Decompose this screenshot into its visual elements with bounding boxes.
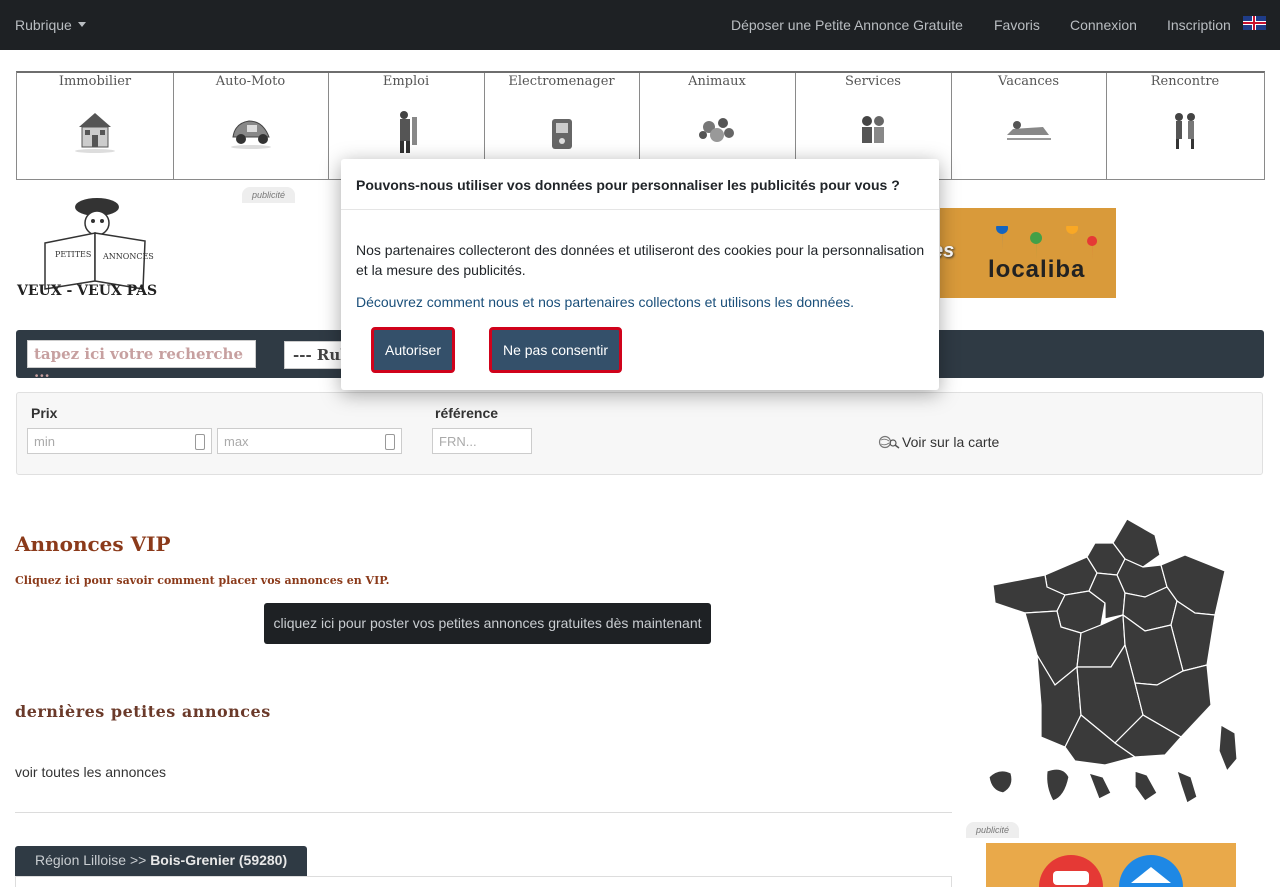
svg-text:ANNONCES: ANNONCES [102, 252, 154, 261]
site-logo[interactable]: PETITES ANNONCES VEUX - VEUX PAS [15, 193, 175, 299]
category-label: Vacances [998, 74, 1059, 89]
favorites-link[interactable]: Favoris [994, 17, 1040, 33]
ad-tag-right: publicité [966, 822, 1020, 838]
rubrique-label: Rubrique [15, 17, 72, 33]
region-panel [15, 876, 952, 887]
price-max-input[interactable]: max [217, 428, 402, 454]
region-place: Bois-Grenier (59280) [150, 852, 288, 868]
top-navbar: Rubrique Déposer une Petite Annonce Grat… [0, 0, 1280, 50]
ad-icons [1039, 855, 1183, 887]
modal-learn-more-link[interactable]: Découvrez comment nous et nos partenaire… [356, 294, 854, 310]
category-immobilier[interactable]: Immobilier [17, 73, 174, 179]
latest-ads-title: dernières petites annonces [15, 702, 271, 721]
uk-flag-icon[interactable] [1243, 16, 1266, 30]
modal-text: Nos partenaires collecteront des données… [356, 242, 925, 278]
price-min-placeholder: min [34, 434, 55, 449]
logo-paper-text: PETITES [55, 250, 91, 259]
consent-modal: Pouvons-nous utiliser vos données pour p… [341, 159, 939, 390]
category-label: Services [845, 74, 901, 89]
car-icon [230, 120, 271, 149]
vacation-icon [1006, 121, 1051, 140]
region-prefix: Région Lilloise >> [35, 852, 151, 868]
vip-title: Annonces VIP [15, 532, 171, 556]
services-icon [862, 116, 884, 143]
couple-icon [1175, 113, 1195, 149]
post-ad-button[interactable]: cliquez ici pour poster vos petites anno… [264, 603, 711, 644]
category-rencontre[interactable]: Rencontre [1106, 73, 1264, 179]
signup-link[interactable]: Inscription [1167, 17, 1231, 33]
login-link[interactable]: Connexion [1070, 17, 1137, 33]
map-search-icon [878, 435, 900, 449]
divider [15, 812, 952, 813]
allow-button[interactable]: Autoriser [371, 327, 455, 373]
category-label: Emploi [382, 74, 430, 89]
modal-title: Pouvons-nous utiliser vos données pour p… [356, 177, 900, 193]
category-label: Animaux [688, 74, 746, 89]
region-breadcrumb[interactable]: Région Lilloise >> Bois-Grenier (59280) [15, 846, 307, 876]
banner-brand: localiba [988, 256, 1086, 283]
view-map-label: Voir sur la carte [902, 434, 1000, 450]
modal-divider [341, 209, 939, 210]
ad-tag: publicité [242, 187, 296, 203]
appliance-icon [551, 119, 572, 149]
post-ad-link[interactable]: Déposer une Petite Annonce Gratuite [731, 17, 963, 33]
price-min-input[interactable]: min [27, 428, 212, 454]
logo-text: VEUX - VEUX PAS [16, 283, 157, 299]
reference-label: référence [435, 405, 499, 421]
right-ad-banner[interactable] [986, 843, 1236, 887]
france-map[interactable] [985, 515, 1240, 805]
see-all-link[interactable]: voir toutes les annonces [15, 764, 166, 780]
category-vacances[interactable]: Vacances [951, 73, 1107, 179]
category-label: Auto-Moto [215, 74, 286, 89]
rubrique-dropdown[interactable]: Rubrique [15, 17, 86, 33]
house-icon [75, 113, 115, 153]
caret-down-icon [77, 22, 86, 27]
category-label: Rencontre [1150, 74, 1220, 89]
price-max-placeholder: max [224, 434, 249, 449]
price-label: Prix [31, 405, 58, 421]
spinner-icon[interactable] [195, 434, 205, 450]
category-auto-moto[interactable]: Auto-Moto [173, 73, 329, 179]
category-label: Immobilier [58, 74, 132, 89]
deny-button[interactable]: Ne pas consentir [489, 327, 622, 373]
banner-fragment: es [940, 240, 955, 262]
animals-icon [699, 118, 734, 142]
search-input[interactable]: tapez ici votre recherche ... [27, 340, 256, 381]
ad-banner[interactable]: es localiba [940, 208, 1116, 298]
worker-icon [400, 111, 417, 153]
spinner-icon[interactable] [385, 434, 395, 450]
category-label: Electromenager [508, 74, 615, 89]
view-map-link[interactable]: Voir sur la carte [878, 434, 999, 450]
reference-input[interactable]: FRN... [432, 428, 532, 454]
vip-info-link[interactable]: Cliquez ici pour savoir comment placer v… [15, 574, 390, 587]
